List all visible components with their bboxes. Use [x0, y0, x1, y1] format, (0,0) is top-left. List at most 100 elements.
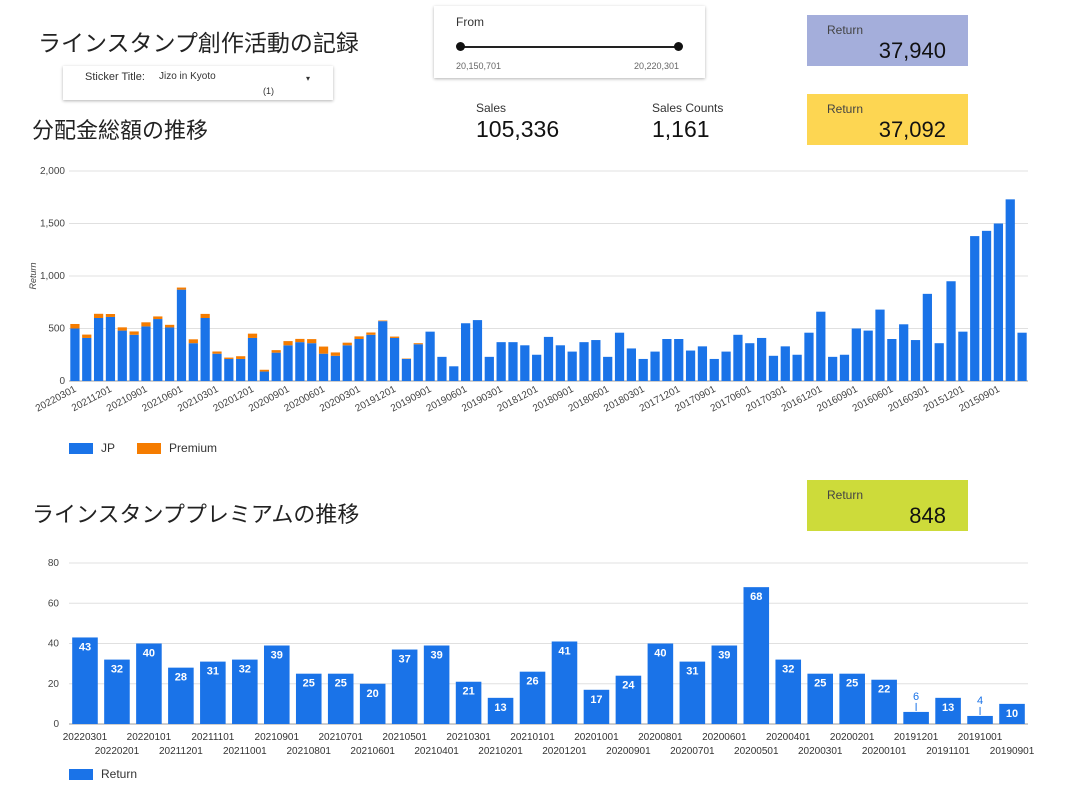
bar-jp [461, 323, 471, 381]
x-tick-label: 20201201 [542, 746, 587, 757]
bar-jp [425, 331, 435, 381]
bar-jp [496, 342, 506, 381]
bar-premium [141, 322, 151, 327]
bar-jp [401, 358, 412, 381]
slider-track[interactable] [460, 46, 679, 48]
bar-jp [271, 352, 281, 381]
data-label: 6 [913, 691, 919, 703]
x-tick-label: 20201001 [574, 732, 619, 743]
bar-jp [520, 345, 530, 381]
bar-return [743, 587, 770, 724]
data-label: 68 [750, 591, 762, 603]
sticker-filter-count: (1) [263, 86, 274, 96]
sales-value: 105,336 [476, 116, 560, 142]
premium-bar-chart: 0 20 40 60 80 43 20220301 32 20220201 40 20220101 2… [48, 558, 1035, 757]
bar-premium [224, 357, 234, 359]
legend-swatch-jp [69, 442, 93, 454]
bar-jp [70, 328, 80, 381]
bar-jp [828, 356, 838, 381]
card-label: Return [827, 23, 864, 37]
bar-jp [756, 337, 767, 381]
data-label: 32 [239, 664, 251, 676]
x-tick-label: 20211201 [159, 746, 203, 757]
x-tick-label: 20200901 [606, 746, 651, 757]
bar-premium [342, 342, 352, 346]
bar-jp [543, 336, 554, 381]
date-range-slider[interactable]: From 20,150,701 20,220,301 [434, 6, 705, 78]
slider-handle-min[interactable] [456, 42, 465, 51]
legend-swatch-premium [137, 442, 162, 454]
x-tick-label: 20210701 [318, 732, 363, 743]
data-label: 31 [686, 666, 698, 678]
bar-premium [117, 327, 127, 331]
data-label: 40 [143, 648, 155, 660]
bar-jp [200, 318, 210, 381]
bar-jp [733, 334, 743, 381]
legend-label-premium: Premium [169, 441, 218, 455]
bar-jp [141, 326, 151, 381]
bar-premium [413, 343, 423, 345]
data-label: 25 [335, 678, 347, 690]
slider-handle-max[interactable] [674, 42, 683, 51]
bar-jp [153, 319, 163, 381]
legend-item-premium[interactable]: Premium [137, 441, 217, 455]
sales-counts-value: 1,161 [652, 116, 710, 142]
bar-premium [389, 336, 400, 338]
data-label: 25 [846, 678, 858, 690]
legend-item-jp[interactable]: JP [69, 441, 115, 455]
y-tick-label: 2,000 [40, 166, 65, 177]
sticker-filter-value: Jizo in Kyoto [159, 71, 216, 82]
page-title: ラインスタンプ創作活動の記録 [38, 31, 359, 57]
bar-jp [910, 340, 921, 381]
bar-jp [922, 293, 932, 381]
y-tick-label: 40 [48, 639, 60, 650]
data-label: 22 [878, 684, 890, 696]
bar-jp [603, 356, 613, 381]
bar-jp [176, 289, 187, 381]
legend-label-return: Return [101, 767, 138, 781]
bar-jp [780, 346, 790, 381]
x-tick-label: 20210601 [350, 746, 395, 757]
bar-jp [354, 339, 364, 381]
bar-jp [437, 356, 447, 381]
data-label: 13 [942, 702, 954, 714]
bar-jp [863, 330, 873, 381]
bar-return [903, 711, 929, 724]
bar-return [967, 715, 993, 724]
legend-item-return[interactable]: Return [69, 767, 137, 781]
data-label: 39 [718, 650, 730, 662]
bar-jp [685, 350, 696, 381]
x-tick-label: 20191201 [894, 732, 939, 743]
x-tick-label: 20191001 [958, 732, 1003, 743]
bar-premium [283, 341, 293, 346]
data-label: 21 [462, 686, 474, 698]
x-tick-label: 20210501 [382, 732, 427, 743]
bar-jp [307, 343, 317, 381]
sticker-title-dropdown[interactable]: Sticker Title: Jizo in Kyoto (1) ▾ [63, 66, 333, 100]
bar-jp [129, 334, 139, 381]
bar-jp [247, 337, 258, 381]
return-card-premium: Return 848 [807, 480, 968, 531]
y-axis-label: Return [28, 262, 38, 289]
bar-jp [224, 358, 234, 381]
bar-jp [555, 345, 565, 381]
bar-premium [70, 323, 80, 329]
y-tick-label: 0 [53, 719, 59, 730]
data-label: 28 [175, 672, 187, 684]
slider-max-label: 20,220,301 [634, 61, 680, 71]
bar-jp [295, 342, 305, 381]
x-tick-label: 20210901 [255, 732, 300, 743]
bar-jp [662, 339, 672, 381]
bar-jp [579, 342, 589, 381]
card-label: Return [827, 488, 864, 502]
data-label: 17 [590, 694, 602, 706]
bar-premium [165, 324, 175, 328]
bar-jp [165, 327, 175, 381]
chevron-down-icon: ▾ [306, 74, 311, 83]
card-value: 37,940 [878, 38, 946, 63]
section-title-distribution: 分配金総額の推移 [32, 119, 209, 144]
bar-jp [934, 343, 944, 381]
bar-jp [259, 371, 269, 381]
bar-jp [342, 345, 352, 381]
bar-jp [567, 351, 577, 381]
